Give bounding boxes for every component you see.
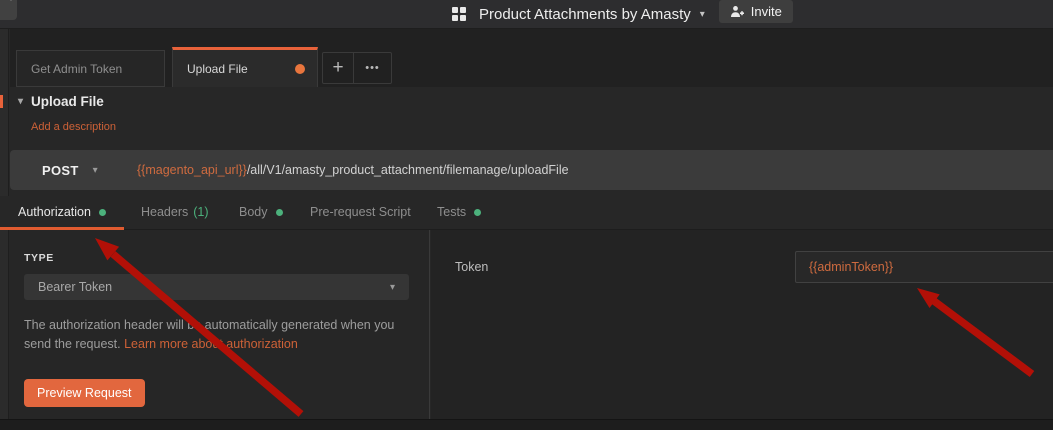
new-tab-button[interactable]: + <box>323 53 354 83</box>
chevron-down-icon: ▾ <box>390 282 395 293</box>
tab-label: Upload File <box>187 62 248 76</box>
tab-headers[interactable]: Headers (1) <box>141 205 209 219</box>
tab-tests[interactable]: Tests <box>437 205 481 219</box>
tab-label: Get Admin Token <box>31 62 122 76</box>
tab-authorization[interactable]: Authorization <box>18 205 106 219</box>
workspace-title: Product Attachments by Amasty <box>479 6 691 23</box>
chevron-down-icon: ▾ <box>700 9 705 20</box>
tab-label: Authorization <box>18 205 91 219</box>
tab-options-button[interactable]: ••• <box>354 53 391 83</box>
url-input[interactable]: {{magento_api_url}}/all/V1/amasty_produc… <box>127 163 1053 177</box>
chevron-down-icon: ▾ <box>9 0 13 3</box>
postman-window: ▾ Product Attachments by Amasty ▾ Invite <box>0 0 1053 430</box>
type-label: TYPE <box>24 252 54 264</box>
unsaved-changes-dot <box>295 64 305 74</box>
main-area: Get Admin Token Upload File + ••• ▾ Uplo… <box>0 29 1053 430</box>
invite-label: Invite <box>751 4 782 19</box>
request-section-tabs: Authorization Headers (1) Body Pre-reque… <box>0 196 1053 230</box>
tab-label: Headers <box>141 205 188 219</box>
preview-request-button[interactable]: Preview Request <box>24 379 145 407</box>
top-bar: ▾ Product Attachments by Amasty ▾ Invite <box>0 0 1053 29</box>
url-path: /all/V1/amasty_product_attachment/filema… <box>247 163 569 177</box>
url-bar: POST ▾ {{magento_api_url}}/all/V1/amasty… <box>10 150 1053 190</box>
add-description-link[interactable]: Add a description <box>31 121 116 133</box>
sidebar-orange-indicator <box>0 95 3 108</box>
auth-help-text: The authorization header will be automat… <box>24 316 409 353</box>
auth-type-value: Bearer Token <box>38 280 112 294</box>
ellipsis-icon: ••• <box>365 62 380 74</box>
auth-type-select[interactable]: Bearer Token ▾ <box>24 274 409 300</box>
url-environment-variable: {{magento_api_url}} <box>137 163 247 177</box>
request-tab-strip: Get Admin Token Upload File + ••• <box>10 29 1053 87</box>
invite-button[interactable]: Invite <box>719 0 793 23</box>
method-selector[interactable]: POST ▾ <box>10 163 127 178</box>
token-label: Token <box>455 260 488 274</box>
tab-get-admin-token[interactable]: Get Admin Token <box>16 50 165 87</box>
workspace-grid-icon <box>452 7 467 22</box>
method-label: POST <box>42 163 79 178</box>
collapse-chevron-icon[interactable]: ▾ <box>18 96 23 107</box>
tab-pre-request-script[interactable]: Pre-request Script <box>310 205 411 219</box>
tab-label: Pre-request Script <box>310 205 411 219</box>
tab-label: Body <box>239 205 268 219</box>
learn-more-link[interactable]: Learn more about authorization <box>124 337 298 351</box>
configured-dot <box>474 209 481 216</box>
authorization-panel: TYPE Bearer Token ▾ The authorization he… <box>9 230 430 419</box>
workspace-switcher[interactable]: Product Attachments by Amasty ▾ <box>452 6 719 23</box>
corner-toggle-button[interactable]: ▾ <box>0 0 17 20</box>
tab-upload-file[interactable]: Upload File <box>172 47 318 87</box>
chevron-down-icon: ▾ <box>93 165 98 176</box>
plus-icon: + <box>332 57 343 79</box>
bottom-divider <box>0 419 1053 430</box>
token-input[interactable]: {{adminToken}} <box>795 251 1053 283</box>
token-panel: Token {{adminToken}} <box>431 230 1053 419</box>
configured-dot <box>276 209 283 216</box>
person-add-icon <box>730 5 744 18</box>
headers-count: (1) <box>193 205 208 219</box>
tab-body[interactable]: Body <box>239 205 283 219</box>
request-title: Upload File <box>31 94 104 109</box>
configured-dot <box>99 209 106 216</box>
tab-label: Tests <box>437 205 466 219</box>
